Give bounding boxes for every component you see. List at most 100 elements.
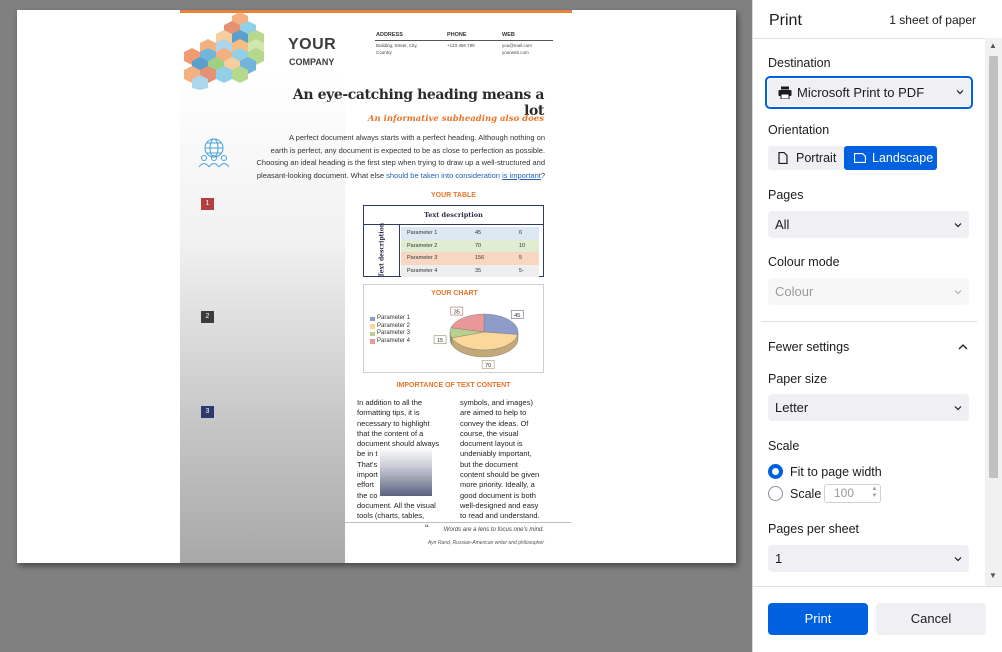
section-number-1: 1: [201, 198, 214, 210]
pages-label: Pages: [768, 188, 804, 202]
legend-swatch: [370, 339, 375, 344]
settings-scrollbar[interactable]: ▲ ▼: [985, 38, 1002, 586]
text-line: that the content of a: [357, 428, 424, 438]
orientation-portrait-button[interactable]: Portrait: [768, 146, 845, 170]
pie-data-label: 35: [450, 306, 464, 316]
company-your: YOUR: [288, 36, 337, 53]
table-cell: Parameter 3: [407, 255, 438, 261]
text-line: well-designed and easy: [460, 500, 539, 510]
scroll-up-arrow-icon[interactable]: ▲: [989, 41, 997, 50]
chevron-up-icon[interactable]: [958, 343, 968, 351]
print-button[interactable]: Print: [768, 603, 868, 635]
quote-text: Words are a lens to focus one's mind.: [443, 527, 544, 533]
table-row: Parameter 3 156 5: [401, 252, 539, 265]
quote-author: Ayn Rand, Russian-American writer and ph…: [427, 540, 544, 546]
scale-label: Scale: [768, 439, 800, 453]
colour-mode-label: Colour mode: [768, 255, 840, 269]
fit-to-width-label: Fit to page width: [790, 465, 882, 479]
orientation-landscape-button[interactable]: Landscape: [844, 146, 937, 170]
phone-label: PHONE: [447, 32, 467, 38]
text-line: to read and understand.: [460, 511, 540, 521]
paper-size-select[interactable]: Letter: [768, 394, 969, 421]
legend-swatch: [370, 331, 375, 336]
people-globe-icon: [198, 138, 230, 168]
portrait-label: Portrait: [796, 151, 837, 165]
legend-item: Parameter 3: [370, 330, 410, 338]
text-line: undeniably important,: [460, 449, 532, 459]
table-cell: 45: [475, 230, 482, 236]
paper-size-value: Letter: [775, 400, 809, 415]
address-label: ADDRESS: [376, 32, 403, 38]
legend-label: Parameter 4: [377, 337, 411, 344]
web-line-2: yourweb.com: [502, 50, 529, 55]
pie-data-label: 15: [433, 335, 447, 344]
table-cell: 156: [475, 255, 485, 261]
panel-title: Print: [769, 12, 802, 29]
quote-rule: [345, 522, 571, 523]
intro-link-2: is important: [502, 170, 541, 180]
pie-data-label-text: 35: [454, 310, 460, 316]
legend-label: Parameter 2: [377, 322, 411, 329]
phone-value: +123 456 789: [447, 43, 475, 48]
chevron-down-icon: [954, 290, 962, 295]
title-divider: [753, 38, 985, 39]
scale-input[interactable]: 100 ▲ ▼: [824, 484, 881, 503]
footer-divider: [753, 586, 1002, 587]
landscape-label: Landscape: [872, 151, 934, 165]
data-table: Text description Text description Parame…: [363, 205, 544, 277]
address-line-1: Building, Street, City,: [376, 43, 418, 48]
legend-label: Parameter 3: [377, 330, 411, 336]
cancel-button[interactable]: Cancel: [876, 603, 986, 635]
intro-line-2: earth is perfect, any document is expect…: [270, 145, 545, 155]
table-cell: 6: [519, 230, 523, 236]
table-cell: 10: [519, 242, 526, 249]
table-cell: Parameter 2: [407, 242, 438, 249]
legend-swatch: [370, 324, 375, 329]
paper-size-label: Paper size: [768, 372, 828, 386]
text-line: good document is both: [460, 490, 536, 500]
print-settings-panel: Print 1 sheet of paper Destination Micro…: [752, 0, 1002, 652]
overlay-image: [380, 447, 432, 496]
colour-mode-select[interactable]: Colour: [768, 278, 969, 305]
intro-end: ?: [540, 170, 545, 180]
pie-chart: YOUR CHART Parameter 1 Parameter 2 Paramet…: [363, 284, 544, 373]
scrollbar-thumb[interactable]: [989, 56, 998, 478]
hexagon-logo-icon: [184, 12, 264, 90]
pages-value: All: [775, 217, 790, 232]
legend-item: Parameter 4: [370, 338, 410, 346]
scroll-down-arrow-icon[interactable]: ▼: [989, 571, 997, 580]
pie-data-label: 45: [510, 310, 524, 319]
text-line: content should be given: [460, 470, 540, 480]
address-line-2: Country: [376, 50, 392, 55]
pages-per-sheet-select[interactable]: 1: [768, 545, 969, 572]
text-line: necessary to highlight: [357, 418, 430, 428]
web-value: you@mail.com yourweb.com: [502, 42, 532, 56]
text-line: but the document: [460, 459, 518, 469]
table-row: Parameter 1 45 6: [401, 227, 539, 240]
intro-line-1: A perfect document always starts with a …: [289, 133, 545, 142]
destination-label: Destination: [768, 56, 831, 70]
chevron-down-icon: [954, 557, 962, 562]
table-cell: 35: [475, 267, 482, 274]
text-line: symbols, and images): [460, 398, 533, 407]
colour-mode-value: Colour: [775, 284, 814, 299]
web-label: WEB: [502, 32, 515, 38]
web-line-1: you@mail.com: [502, 43, 532, 48]
section-title: IMPORTANCE OF TEXT CONTENT: [396, 382, 511, 389]
scale-stepper[interactable]: ▲ ▼: [870, 486, 879, 501]
pie-data-label-text: 15: [437, 338, 443, 344]
print-preview-area: YOUR COMPANY ADDRESS PHONE WEB Building,…: [0, 0, 752, 652]
orientation-label: Orientation: [768, 123, 830, 137]
destination-select[interactable]: Microsoft Print to PDF: [765, 76, 973, 109]
section-number-3: 3: [201, 406, 214, 418]
table-cell: Parameter 4: [407, 267, 438, 274]
scale-radio[interactable]: [768, 486, 783, 501]
legend-item: Parameter 1: [370, 315, 410, 323]
preview-page: YOUR COMPANY ADDRESS PHONE WEB Building,…: [17, 10, 736, 563]
table-side-label: Text description: [378, 222, 386, 278]
fit-to-width-radio[interactable]: [768, 464, 783, 479]
chevron-down-icon: [954, 406, 962, 411]
fewer-settings-toggle[interactable]: Fewer settings: [768, 340, 849, 354]
pages-select[interactable]: All: [768, 211, 969, 238]
intro-link-1: should be taken into consideration: [386, 170, 500, 180]
